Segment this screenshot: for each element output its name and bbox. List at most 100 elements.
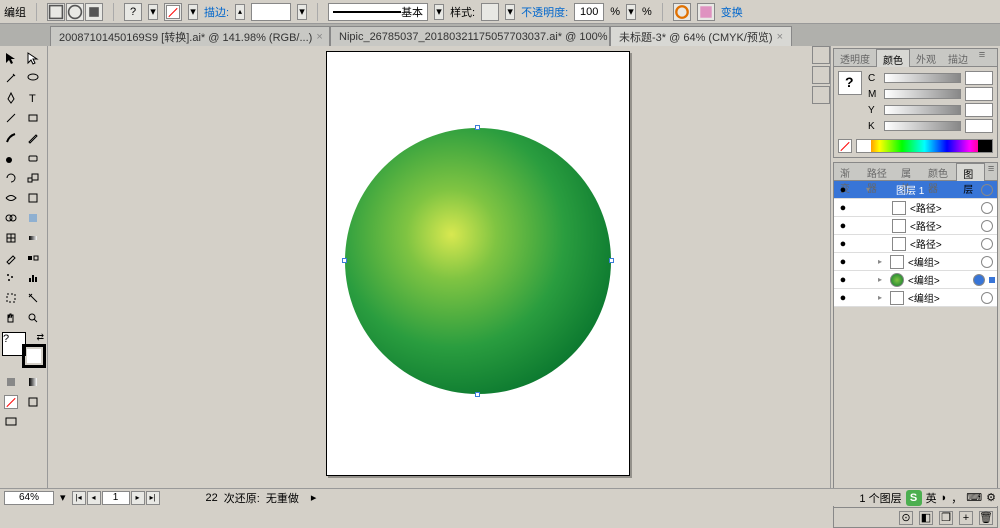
document-tab-1[interactable]: 20087101450169S9 [转换].ai* @ 141.98% (RGB… bbox=[50, 26, 330, 46]
visibility-toggle[interactable]: ● bbox=[834, 238, 852, 250]
align-btn-2[interactable] bbox=[66, 3, 84, 21]
align-btn-3[interactable] bbox=[85, 3, 103, 21]
expand-toggle[interactable]: ▾ bbox=[866, 185, 876, 194]
new-sublayer-icon[interactable]: ❐ bbox=[939, 511, 953, 525]
sphere-object[interactable] bbox=[345, 128, 611, 394]
opacity-dropdown[interactable]: ▾ bbox=[626, 4, 636, 20]
item-name[interactable]: <编组> bbox=[906, 290, 981, 305]
expand-toggle[interactable]: ▸ bbox=[878, 257, 888, 266]
stroke-weight-up[interactable]: ▴ bbox=[235, 4, 245, 20]
gradient-mode-btn[interactable] bbox=[22, 372, 44, 392]
target-icon[interactable] bbox=[981, 292, 993, 304]
collapsed-panel-icon-3[interactable] bbox=[812, 86, 830, 104]
none-fill-btn[interactable] bbox=[164, 3, 182, 21]
zoom-tool[interactable] bbox=[22, 308, 44, 328]
delete-layer-icon[interactable]: 🗑 bbox=[979, 511, 993, 525]
line-tool[interactable] bbox=[0, 108, 22, 128]
transform-link[interactable]: 变换 bbox=[721, 4, 743, 20]
last-artboard-btn[interactable]: ▸| bbox=[146, 491, 160, 505]
layer-row[interactable]: ● <路径> bbox=[834, 199, 997, 217]
none-swatch-icon[interactable] bbox=[838, 139, 852, 153]
blob-brush-tool[interactable] bbox=[0, 148, 22, 168]
color-panel-swatch[interactable] bbox=[838, 71, 862, 95]
punct-icon[interactable]: ， bbox=[951, 490, 962, 506]
m-value[interactable] bbox=[965, 87, 993, 101]
lasso-tool[interactable] bbox=[22, 68, 44, 88]
screen-mode-btn[interactable] bbox=[0, 412, 22, 432]
collapsed-panel-icon-2[interactable] bbox=[812, 66, 830, 84]
eyedropper-tool[interactable] bbox=[0, 248, 22, 268]
swap-fill-stroke-icon[interactable]: ⇄ bbox=[36, 332, 44, 343]
tab-gradient[interactable]: 渐变 bbox=[834, 163, 861, 180]
pen-tool[interactable] bbox=[0, 88, 22, 108]
keyboard-icon[interactable]: ⌨ bbox=[966, 491, 982, 504]
perspective-tool[interactable] bbox=[22, 208, 44, 228]
tab-appearance[interactable]: 外观 bbox=[910, 49, 942, 66]
k-value[interactable] bbox=[965, 119, 993, 133]
document-tab-3[interactable]: 未标题-3* @ 64% (CMYK/预览) × bbox=[610, 26, 792, 46]
stroke-weight-dropdown[interactable]: ▾ bbox=[297, 4, 307, 20]
tab-swatches[interactable]: 颜色器 bbox=[922, 163, 956, 180]
target-icon[interactable] bbox=[981, 184, 993, 196]
selection-tool[interactable] bbox=[0, 48, 22, 68]
layer-name[interactable]: 图层 1 bbox=[894, 182, 981, 197]
width-tool[interactable] bbox=[0, 188, 22, 208]
opacity-input[interactable] bbox=[574, 3, 604, 21]
style-dropdown[interactable]: ▾ bbox=[505, 4, 515, 20]
direct-selection-tool[interactable] bbox=[22, 48, 44, 68]
brush-definition-select[interactable]: 基本 bbox=[328, 3, 428, 21]
layer-row[interactable]: ● ▸ <编组> bbox=[834, 253, 997, 271]
visibility-toggle[interactable]: ● bbox=[834, 256, 852, 268]
symbol-sprayer-tool[interactable] bbox=[0, 268, 22, 288]
zoom-dropdown[interactable]: ▾ bbox=[60, 491, 66, 504]
style-swatch[interactable] bbox=[481, 3, 499, 21]
item-name[interactable]: <路径> bbox=[908, 236, 981, 251]
blend-tool[interactable] bbox=[22, 248, 44, 268]
item-name[interactable]: <路径> bbox=[908, 200, 981, 215]
mesh-tool[interactable] bbox=[0, 228, 22, 248]
free-transform-tool[interactable] bbox=[22, 188, 44, 208]
tab-attributes[interactable]: 属性 bbox=[895, 163, 922, 180]
magic-wand-tool[interactable] bbox=[0, 68, 22, 88]
c-value[interactable] bbox=[965, 71, 993, 85]
recolor-icon[interactable] bbox=[673, 3, 691, 21]
next-artboard-btn[interactable]: ▸ bbox=[131, 491, 145, 505]
slice-tool[interactable] bbox=[22, 288, 44, 308]
panel-menu-icon[interactable]: ≡ bbox=[985, 163, 997, 180]
zoom-input[interactable] bbox=[4, 491, 54, 505]
item-name[interactable]: <编组> bbox=[906, 272, 973, 287]
expand-toggle[interactable]: ▸ bbox=[878, 275, 888, 284]
target-icon[interactable] bbox=[973, 274, 985, 286]
tab-pathfinder[interactable]: 路径器 bbox=[861, 163, 895, 180]
tab-layers[interactable]: 图层 bbox=[956, 163, 985, 181]
shape-builder-tool[interactable] bbox=[0, 208, 22, 228]
close-icon[interactable]: × bbox=[777, 31, 783, 43]
locate-object-icon[interactable]: ⊙ bbox=[899, 511, 913, 525]
target-icon[interactable] bbox=[981, 256, 993, 268]
stroke-link[interactable]: 描边: bbox=[204, 4, 229, 20]
ime-badge-icon[interactable]: S bbox=[906, 490, 922, 506]
help-dropdown[interactable]: ▾ bbox=[148, 4, 158, 20]
y-slider[interactable] bbox=[884, 105, 961, 115]
hand-tool[interactable] bbox=[0, 308, 22, 328]
transform-icon[interactable] bbox=[697, 3, 715, 21]
scale-tool[interactable] bbox=[22, 168, 44, 188]
visibility-toggle[interactable]: ● bbox=[834, 202, 852, 214]
status-chevron[interactable]: ▸ bbox=[311, 491, 317, 504]
panel-menu-icon[interactable]: ≡ bbox=[974, 49, 990, 66]
target-icon[interactable] bbox=[981, 220, 993, 232]
tab-stroke[interactable]: 描边 bbox=[942, 49, 974, 66]
m-slider[interactable] bbox=[884, 89, 961, 99]
moon-icon[interactable]: ◗ bbox=[941, 492, 948, 504]
c-slider[interactable] bbox=[884, 73, 961, 83]
paintbrush-tool[interactable] bbox=[0, 128, 22, 148]
visibility-toggle[interactable]: ● bbox=[834, 184, 852, 196]
visibility-toggle[interactable]: ● bbox=[834, 220, 852, 232]
fill-stroke-swatch[interactable]: ? ⇄ bbox=[2, 332, 46, 368]
target-icon[interactable] bbox=[981, 238, 993, 250]
opacity-link[interactable]: 不透明度: bbox=[521, 4, 568, 20]
artboard-number-input[interactable] bbox=[102, 491, 130, 505]
gradient-tool[interactable] bbox=[22, 228, 44, 248]
artboard-tool[interactable] bbox=[0, 288, 22, 308]
pencil-tool[interactable] bbox=[22, 128, 44, 148]
